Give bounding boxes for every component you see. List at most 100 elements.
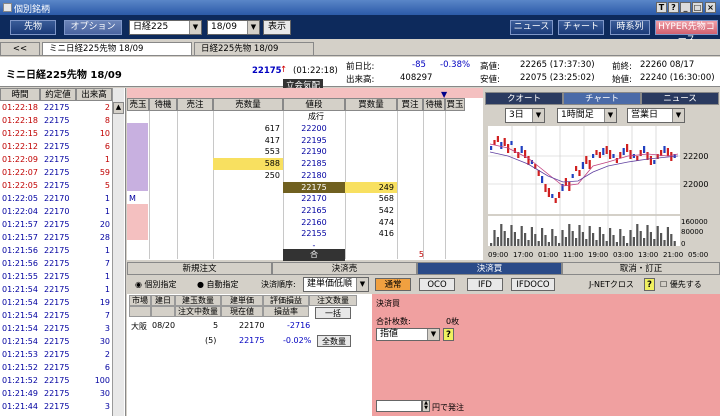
volume-bar [643,238,646,246]
tick-header-volume: 出来高 [76,88,112,101]
list-item: 01:22:18 22175 2 [0,102,112,115]
help-button[interactable]: ? [668,2,679,13]
list-item: 01:21:52 22175 100 [0,375,112,388]
list-item: 01:22:04 22170 1 [0,206,112,219]
total-qty-label: 合計枚数: [376,317,411,326]
tab-settle-sell[interactable]: 決済売 [272,262,417,275]
tick-volume: 1 [104,155,110,164]
position-price: 22170 [239,321,265,330]
list-item: 01:21:44 22175 3 [0,401,112,414]
tick-scrollbar[interactable]: ▲ [112,88,124,416]
candle [666,148,669,156]
close-button[interactable]: × [705,2,716,13]
tab-chart[interactable]: チャート [563,92,641,105]
radio-auto[interactable]: ● 自動指定 [197,279,239,290]
chart-button[interactable]: チャート [558,20,604,35]
minimize-button[interactable]: _ [680,2,691,13]
priority-checkbox[interactable]: ☐ 優先する [660,279,702,290]
price-level: 22155 [301,229,327,239]
col-blank [129,306,151,317]
candle [554,198,557,203]
tab-mini-nikkei[interactable]: ミニ日経225先物 18/09 [42,42,192,55]
volume-bar [605,241,608,246]
tab-quote[interactable]: クオート [485,92,563,105]
month-select[interactable]: 18/09 ▼ [207,20,260,35]
radio-individual[interactable]: ◉ 個別指定 [135,279,177,290]
list-item: 01:21:54 22175 3 [0,323,112,336]
position-date: 08/20 [152,321,176,330]
candle [575,166,578,171]
tick-time: 01:22:09 [2,155,38,164]
tick-price: 22175 [44,376,70,385]
tab-cancel-modify[interactable]: 取消・訂正 [562,262,720,275]
price-chart[interactable]: 22200 22000 160000 80000 0 09:00 17:00 01:… [488,126,720,260]
candle [632,154,635,158]
position-market: 大阪 [131,322,147,331]
sort-select[interactable]: 建単価低順 ▼ [303,277,369,292]
maximize-button[interactable]: □ [692,2,703,13]
price-spinner[interactable]: ▲ ▼ [422,400,430,412]
tick-time: 01:22:12 [2,142,38,151]
volume-bar [551,229,554,246]
help-icon[interactable]: ? [644,278,655,291]
tab-settle-buy[interactable]: 決済買 [417,262,562,275]
list-item: 01:21:52 22175 6 [0,362,112,375]
ask-qty [213,193,283,205]
board-divider [423,111,424,259]
all-qty-button[interactable]: 全数量 [317,335,351,347]
tick-price: 22175 [44,116,70,125]
tick-volume: 10 [99,129,110,138]
scroll-up-icon[interactable]: ▲ [113,102,124,114]
show-button[interactable]: 表示 [263,20,291,35]
tab-nikkei[interactable]: 日経225先物 18/09 [194,42,314,55]
mode-ifd-button[interactable]: IFD [467,278,503,291]
futures-button[interactable]: 先物 [10,20,56,35]
tick-volume: 5 [104,181,110,190]
tick-time: 01:21:55 [2,272,38,281]
list-item: 01:22:18 22175 8 [0,115,112,128]
price-input[interactable] [376,400,422,412]
prev-close: 22260 08/17 [640,60,695,70]
bulk-button[interactable]: 一括 [315,307,351,319]
timeseries-button[interactable]: 時系列 [610,20,650,35]
candle [500,142,503,149]
volume-bar [609,228,612,246]
prev-change-pct: -0.38% [440,60,471,70]
volume-bar [626,243,629,246]
index-select[interactable]: 日経225 ▼ [129,20,202,35]
volume-bar [653,239,656,246]
bid-qty [345,170,397,182]
last-time: (01:22:18) [293,66,338,76]
tab-new-order[interactable]: 新規注文 [127,262,272,275]
mode-ifdoco-button[interactable]: IFDOCO [511,278,555,291]
hyper-course-button[interactable]: HYPER先物コース [655,20,718,45]
options-button[interactable]: オプション [64,20,122,35]
price-level: 22195 [301,135,327,145]
col-pl: 評価損益 [263,295,309,306]
tick-volume: 30 [99,389,110,398]
period-select[interactable]: 3日 ▼ [505,108,545,123]
tick-volume: 2 [104,350,110,359]
bid-qty [345,123,397,135]
price-level: 22175 [283,181,345,193]
tab-scroll-left[interactable]: << [0,42,40,55]
tick-price: 22175 [44,298,70,307]
price-type-select[interactable]: 指値 ▼ [376,328,440,341]
help-icon[interactable]: ? [443,328,454,341]
session-select[interactable]: 営業日 ▼ [627,108,685,123]
tick-time: 01:22:18 [2,116,38,125]
price-level: 22190 [301,147,327,157]
tick-time: 01:21:44 [2,402,38,411]
volume-bar [581,232,584,246]
board-col-header: 買注 [397,98,423,111]
prev-close-label: 前終: [612,62,632,72]
mode-oco-button[interactable]: OCO [419,278,455,291]
news-button[interactable]: ニュース [510,20,553,35]
topmost-button[interactable]: T [656,2,667,13]
interval-select[interactable]: 1時間足 ▼ [557,108,617,123]
volume-bar [636,224,639,246]
volume-bar [622,236,625,246]
tick-time: 01:21:57 [2,233,38,242]
mode-normal-button[interactable]: 通常 [375,278,411,291]
tab-news[interactable]: ニュース [641,92,719,105]
